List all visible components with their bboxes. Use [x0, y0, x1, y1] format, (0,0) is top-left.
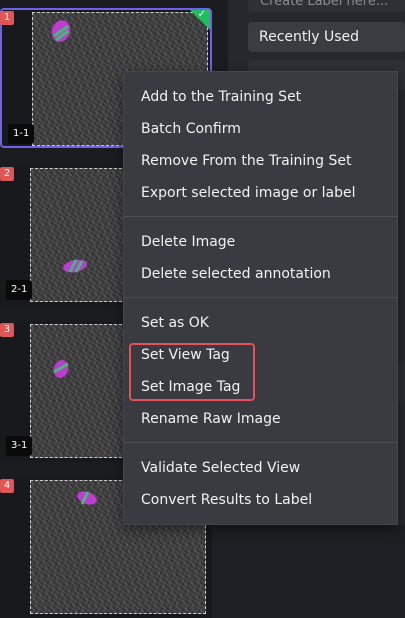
menu-delete-image[interactable]: Delete Image: [141, 230, 235, 254]
menu-set-image-tag[interactable]: Set Image Tag: [141, 375, 240, 399]
context-menu: Add to the Training Set Batch Confirm Re…: [123, 71, 398, 525]
thumbnail-number-badge: 2: [0, 167, 14, 181]
view-label: 1-1: [8, 124, 35, 144]
thumbnail-number-badge: 3: [0, 323, 14, 337]
thumbnail-number-badge: 1: [0, 11, 14, 25]
menu-remove-from-training-set[interactable]: Remove From the Training Set: [141, 149, 352, 173]
menu-set-as-ok[interactable]: Set as OK: [141, 311, 209, 335]
create-label-input[interactable]: Create Label here...: [248, 0, 405, 12]
label-sort-dropdown[interactable]: Recently Used: [248, 22, 405, 52]
menu-rename-raw-image[interactable]: Rename Raw Image: [141, 407, 281, 431]
thumbnail-number-badge: 4: [0, 479, 14, 493]
menu-validate-selected-view[interactable]: Validate Selected View: [141, 456, 300, 480]
view-label: 3-1: [6, 436, 33, 456]
view-label: 2-1: [6, 280, 33, 300]
check-icon: ✓: [197, 9, 206, 20]
menu-convert-results-to-label[interactable]: Convert Results to Label: [141, 488, 312, 512]
menu-divider: [124, 442, 397, 443]
menu-delete-annotation[interactable]: Delete selected annotation: [141, 262, 331, 286]
menu-set-view-tag[interactable]: Set View Tag: [141, 343, 230, 367]
label-mark: [63, 259, 87, 273]
label-mark: [77, 491, 97, 505]
menu-divider: [124, 297, 397, 298]
menu-divider: [124, 216, 397, 217]
menu-batch-confirm[interactable]: Batch Confirm: [141, 117, 241, 141]
menu-add-to-training-set[interactable]: Add to the Training Set: [141, 85, 301, 109]
label-mark: [51, 20, 71, 42]
menu-export-selected[interactable]: Export selected image or label: [141, 181, 356, 205]
label-mark: [53, 360, 69, 378]
